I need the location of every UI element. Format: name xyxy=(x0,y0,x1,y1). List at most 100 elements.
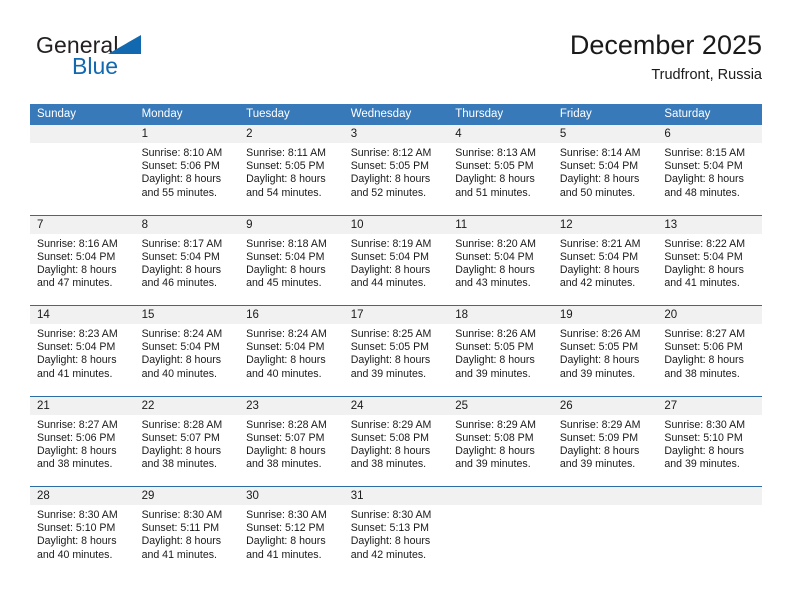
day-cell[interactable]: Sunrise: 8:30 AM Sunset: 5:10 PM Daylight:… xyxy=(30,505,135,577)
day-number[interactable]: 16 xyxy=(239,305,344,324)
day-sun-info: Sunrise: 8:29 AM Sunset: 5:08 PM Daylight:… xyxy=(455,419,547,472)
day-number[interactable]: 10 xyxy=(343,214,449,234)
day-cell[interactable]: Sunrise: 8:26 AM Sunset: 5:05 PM Daylight:… xyxy=(552,324,658,396)
day-sun-info: Sunrise: 8:21 AM Sunset: 5:04 PM Daylight:… xyxy=(560,238,652,291)
day-number[interactable]: 24 xyxy=(343,395,449,415)
day-sun-info: Sunrise: 8:27 AM Sunset: 5:06 PM Daylight:… xyxy=(664,328,756,381)
day-sun-info: Sunrise: 8:30 AM Sunset: 5:12 PM Daylight:… xyxy=(246,509,338,562)
day-info-line: Daylight: 8 hours xyxy=(246,535,326,548)
day-info-line: Sunset: 5:04 PM xyxy=(664,250,743,263)
day-cell[interactable]: Sunrise: 8:17 AM Sunset: 5:04 PM Daylight:… xyxy=(134,233,240,306)
day-number[interactable]: 26 xyxy=(552,395,658,415)
day-cell[interactable]: Sunrise: 8:25 AM Sunset: 5:05 PM Daylight:… xyxy=(343,324,449,396)
day-number[interactable]: 17 xyxy=(343,305,449,324)
day-cell[interactable]: Sunrise: 8:10 AM Sunset: 5:06 PM Daylight:… xyxy=(134,143,240,215)
day-number[interactable]: 25 xyxy=(448,395,553,415)
day-cell[interactable]: Sunrise: 8:11 AM Sunset: 5:05 PM Daylight:… xyxy=(239,143,344,215)
day-number[interactable]: 6 xyxy=(657,125,762,143)
day-number[interactable]: 29 xyxy=(134,486,240,505)
day-number[interactable]: 15 xyxy=(134,305,240,324)
day-info-line: and 41 minutes. xyxy=(37,367,113,380)
day-number[interactable]: 9 xyxy=(239,214,344,234)
day-cell[interactable]: Sunrise: 8:13 AM Sunset: 5:05 PM Daylight:… xyxy=(448,143,553,215)
day-info-line: Sunrise: 8:24 AM xyxy=(246,328,327,340)
day-number[interactable]: 19 xyxy=(552,305,658,324)
page-header: General Blue December 2025 Trudfront, Ru… xyxy=(30,28,762,90)
day-cell-empty xyxy=(30,143,135,215)
day-number[interactable]: 5 xyxy=(552,125,658,143)
day-cell[interactable]: Sunrise: 8:30 AM Sunset: 5:11 PM Daylight:… xyxy=(134,505,240,577)
day-number[interactable]: 31 xyxy=(343,486,449,505)
day-number[interactable]: 22 xyxy=(134,395,240,415)
day-cell[interactable]: Sunrise: 8:30 AM Sunset: 5:13 PM Daylight:… xyxy=(343,505,449,577)
day-cell[interactable]: Sunrise: 8:24 AM Sunset: 5:04 PM Daylight:… xyxy=(134,324,240,396)
day-cell[interactable]: Sunrise: 8:20 AM Sunset: 5:04 PM Daylight:… xyxy=(448,233,553,306)
day-info-line: Sunrise: 8:29 AM xyxy=(350,418,432,431)
day-info-line: Sunset: 5:05 PM xyxy=(455,160,534,173)
day-number[interactable]: 21 xyxy=(30,395,135,415)
day-info-line: Daylight: 8 hours xyxy=(350,354,431,367)
day-cell[interactable]: Sunrise: 8:29 AM Sunset: 5:08 PM Daylight:… xyxy=(343,414,449,487)
day-info-line: Sunset: 5:04 PM xyxy=(37,250,116,263)
day-cell[interactable]: Sunrise: 8:27 AM Sunset: 5:06 PM Daylight:… xyxy=(30,414,135,487)
day-number[interactable]: 23 xyxy=(239,395,344,415)
day-number[interactable]: 1 xyxy=(134,125,240,143)
day-info-line: Sunset: 5:09 PM xyxy=(559,431,639,444)
day-cell[interactable]: Sunrise: 8:21 AM Sunset: 5:04 PM Daylight:… xyxy=(552,233,658,306)
day-info-line: Sunset: 5:05 PM xyxy=(350,341,430,354)
day-info-line: Daylight: 8 hours xyxy=(141,173,222,186)
day-info-line: Daylight: 8 hours xyxy=(141,444,222,457)
day-info-line: and 39 minutes. xyxy=(455,367,531,380)
day-number-empty xyxy=(30,125,135,143)
day-info-line: Daylight: 8 hours xyxy=(664,173,744,186)
day-number[interactable]: 27 xyxy=(657,395,762,415)
day-cell[interactable]: Sunrise: 8:27 AM Sunset: 5:06 PM Daylight:… xyxy=(657,324,762,396)
day-cell[interactable]: Sunrise: 8:28 AM Sunset: 5:07 PM Daylight:… xyxy=(134,414,240,487)
day-info-line: Daylight: 8 hours xyxy=(664,444,744,457)
week-daynumber-row: 28 29 30 31 xyxy=(30,486,762,505)
day-cell[interactable]: Sunrise: 8:12 AM Sunset: 5:05 PM Daylight:… xyxy=(343,143,449,215)
day-cell[interactable]: Sunrise: 8:30 AM Sunset: 5:12 PM Daylight:… xyxy=(239,505,344,577)
day-number[interactable]: 8 xyxy=(134,214,240,234)
day-sun-info: Sunrise: 8:24 AM Sunset: 5:04 PM Daylight:… xyxy=(246,328,338,381)
day-sun-info: Sunrise: 8:22 AM Sunset: 5:04 PM Daylight:… xyxy=(664,238,756,291)
day-info-line: and 45 minutes. xyxy=(246,277,322,290)
day-cell[interactable]: Sunrise: 8:26 AM Sunset: 5:05 PM Daylight:… xyxy=(448,324,553,396)
day-cell[interactable]: Sunrise: 8:19 AM Sunset: 5:04 PM Daylight:… xyxy=(343,233,449,306)
day-cell[interactable]: Sunrise: 8:28 AM Sunset: 5:07 PM Daylight:… xyxy=(239,414,344,487)
day-cell[interactable]: Sunrise: 8:29 AM Sunset: 5:09 PM Daylight:… xyxy=(552,414,658,487)
day-sun-info: Sunrise: 8:26 AM Sunset: 5:05 PM Daylight:… xyxy=(455,328,547,381)
brand-logo[interactable]: General Blue xyxy=(36,32,256,88)
day-info-line: Daylight: 8 hours xyxy=(141,354,222,367)
day-cell[interactable]: Sunrise: 8:15 AM Sunset: 5:04 PM Daylight:… xyxy=(657,143,762,215)
day-number[interactable]: 11 xyxy=(448,214,553,234)
day-cell[interactable]: Sunrise: 8:24 AM Sunset: 5:04 PM Daylight:… xyxy=(239,324,344,396)
day-info-line: Sunrise: 8:14 AM xyxy=(559,147,641,159)
day-cell[interactable]: Sunrise: 8:16 AM Sunset: 5:04 PM Daylight:… xyxy=(30,233,135,306)
day-info-line: Sunrise: 8:29 AM xyxy=(559,418,641,431)
day-sun-info: Sunrise: 8:14 AM Sunset: 5:04 PM Daylight:… xyxy=(560,147,652,200)
day-number[interactable]: 20 xyxy=(657,305,762,324)
day-cell[interactable]: Sunrise: 8:22 AM Sunset: 5:04 PM Daylight:… xyxy=(657,233,762,306)
day-sun-info: Sunrise: 8:28 AM Sunset: 5:07 PM Daylight:… xyxy=(142,419,234,472)
week-detail-row: Sunrise: 8:27 AM Sunset: 5:06 PM Daylight:… xyxy=(30,414,762,487)
day-number[interactable]: 3 xyxy=(343,125,449,143)
day-cell[interactable]: Sunrise: 8:18 AM Sunset: 5:04 PM Daylight:… xyxy=(239,233,344,306)
day-info-line: Sunrise: 8:27 AM xyxy=(37,418,118,431)
day-cell[interactable]: Sunrise: 8:14 AM Sunset: 5:04 PM Daylight:… xyxy=(552,143,658,215)
day-number[interactable]: 28 xyxy=(30,486,135,505)
day-cell[interactable]: Sunrise: 8:23 AM Sunset: 5:04 PM Daylight:… xyxy=(30,324,135,396)
day-number[interactable]: 7 xyxy=(30,214,135,234)
day-number[interactable]: 12 xyxy=(552,214,658,234)
weekday-header-tuesday: Tuesday xyxy=(239,104,344,125)
day-number[interactable]: 4 xyxy=(448,125,553,143)
day-number[interactable]: 2 xyxy=(239,125,344,143)
day-cell[interactable]: Sunrise: 8:30 AM Sunset: 5:10 PM Daylight:… xyxy=(657,414,762,487)
day-number[interactable]: 30 xyxy=(239,486,344,505)
day-number[interactable]: 13 xyxy=(657,214,762,234)
day-number[interactable]: 18 xyxy=(448,305,553,324)
day-info-line: Sunset: 5:08 PM xyxy=(455,431,534,444)
day-number[interactable]: 14 xyxy=(30,305,135,324)
day-sun-info: Sunrise: 8:19 AM Sunset: 5:04 PM Daylight:… xyxy=(351,238,443,291)
day-cell[interactable]: Sunrise: 8:29 AM Sunset: 5:08 PM Daylight:… xyxy=(448,414,553,487)
